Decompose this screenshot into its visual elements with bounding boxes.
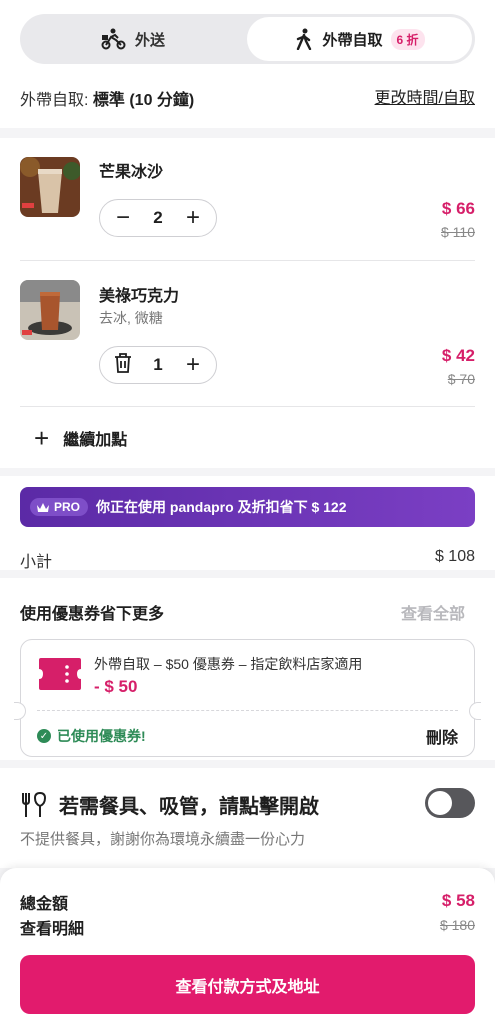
pro-chip-label: PRO (54, 500, 81, 514)
item-original-price: $ 110 (441, 224, 475, 240)
delivery-label: 外送 (134, 31, 165, 49)
original-total-price: $ 180 (439, 917, 475, 933)
voucher-description: 外帶自取 – $50 優惠券 – 指定飲料店家適用 (94, 656, 363, 672)
quantity-value: 2 (153, 208, 163, 227)
ticket-notch (469, 702, 481, 720)
cutlery-subtitle: 不提供餐具，謝謝你為環境永續盡一份心力 (20, 831, 306, 848)
voucher-section: 使用優惠券省下更多 查看全部 外帶自取 – $50 優惠券 – 指定飲料店家適用… (0, 578, 495, 760)
voucher-applied-label: 已使用優惠券! (57, 728, 146, 744)
add-more-items-button[interactable]: + 繼續加點 (34, 425, 127, 451)
delivery-option[interactable]: 外送 (20, 14, 246, 64)
divider (20, 260, 475, 261)
pandapro-savings-banner: PRO 你正在使用 pandapro 及折扣省下 $ 122 (20, 487, 475, 527)
item-price: $ 66 (441, 199, 475, 218)
cart-section: 芒果冰沙 − 2 + $ 66 $ 110 美祿巧克力 去冰, 微糖 1 + $… (0, 138, 495, 468)
delivery-pickup-toggle: 外送 外帶自取 6 折 (20, 14, 475, 64)
check-circle-icon: ✓ (37, 729, 51, 743)
item-name: 美祿巧克力 (99, 288, 180, 305)
voucher-section-title: 使用優惠券省下更多 (20, 606, 165, 623)
pickup-time-value: 標準 (10 分鐘) (92, 92, 195, 109)
pro-chip: PRO (30, 498, 89, 516)
checkout-button[interactable]: 查看付款方式及地址 (20, 955, 475, 1014)
pickup-option[interactable]: 外帶自取 6 折 (247, 17, 472, 61)
switch-knob (428, 791, 452, 815)
crown-icon (37, 502, 49, 512)
cart-item: 芒果冰沙 − 2 + $ 66 $ 110 (20, 156, 475, 256)
scooter-icon (101, 28, 126, 50)
savings-section: PRO 你正在使用 pandapro 及折扣省下 $ 122 小計 $ 108 (0, 476, 495, 571)
pickup-time-info: 外帶自取: 標準 (10 分鐘) (20, 86, 194, 110)
item-original-price: $ 70 (447, 371, 475, 387)
cutlery-toggle-switch[interactable] (425, 788, 475, 818)
plus-icon[interactable]: + (182, 206, 204, 230)
ticket-notch (14, 702, 26, 720)
voucher-card[interactable]: 外帶自取 – $50 優惠券 – 指定飲料店家適用 - $ 50 ✓ 已使用優惠… (14, 639, 481, 757)
plus-icon[interactable]: + (182, 353, 204, 377)
voucher-amount: - $ 50 (94, 677, 138, 696)
quantity-stepper: − 2 + (99, 199, 217, 237)
total-label: 總金額 (20, 896, 69, 913)
trash-icon[interactable] (112, 352, 134, 379)
voucher-ticket-icon (39, 658, 81, 690)
mango-smoothie-thumbnail (20, 157, 80, 217)
cutlery-section: 若需餐具、吸管，請點擊開啟 不提供餐具，謝謝你為環境永續盡一份心力 (0, 768, 495, 868)
cart-item: 美祿巧克力 去冰, 微糖 1 + $ 42 $ 70 (20, 280, 475, 390)
subtotal-value: $ 108 (434, 548, 475, 565)
order-mode-section: 外送 外帶自取 6 折 外帶自取: 標準 (10 分鐘) 更改時間/自取 (0, 0, 495, 128)
cutlery-title: 若需餐具、吸管，請點擊開啟 (59, 796, 319, 818)
change-time-link[interactable]: 更改時間/自取 (375, 84, 475, 108)
pickup-time-prefix: 外帶自取: (20, 92, 93, 109)
item-price: $ 42 (441, 346, 475, 365)
walking-person-icon (297, 28, 312, 50)
pickup-label: 外帶自取 (322, 31, 383, 49)
quantity-stepper: 1 + (99, 346, 217, 384)
checkout-footer: 總金額 查看明細 $ 58 $ 180 查看付款方式及地址 (0, 868, 495, 1024)
pro-savings-text: 你正在使用 pandapro 及折扣省下 $ 122 (96, 499, 347, 515)
pickup-discount-badge: 6 折 (390, 28, 425, 50)
minus-icon[interactable]: − (112, 206, 134, 230)
quantity-value: 1 (153, 355, 163, 374)
plus-icon: + (34, 423, 50, 453)
item-options: 去冰, 微糖 (99, 310, 163, 326)
cutlery-icon (22, 792, 47, 817)
remove-voucher-button[interactable]: 刪除 (426, 724, 458, 748)
add-more-label: 繼續加點 (63, 432, 128, 449)
voucher-applied-status: ✓ 已使用優惠券! (37, 726, 146, 746)
voucher-divider (37, 710, 458, 711)
subtotal-label: 小計 (20, 554, 53, 571)
view-details-link[interactable]: 查看明細 (20, 915, 84, 939)
divider (20, 406, 475, 407)
milo-chocolate-thumbnail (20, 280, 80, 340)
view-all-vouchers-link[interactable]: 查看全部 (401, 600, 465, 624)
item-name: 芒果冰沙 (99, 164, 164, 181)
total-price: $ 58 (441, 891, 475, 910)
